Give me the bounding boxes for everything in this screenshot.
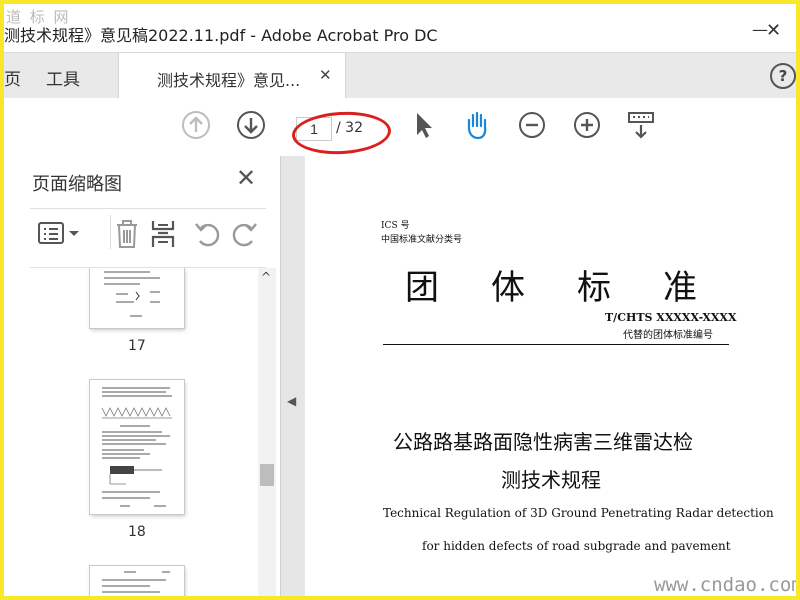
standard-number: T/CHTS XXXXX-XXXX [605,311,737,324]
scrollbar-thumb[interactable] [260,464,274,486]
page-number-input[interactable] [296,117,332,141]
window-close-button[interactable]: ✕ [766,20,781,41]
thumbnail-preview [104,271,160,317]
ics-number: ICS 号 [381,221,410,231]
zoom-out-icon[interactable] [515,108,549,142]
page-thumbnails-panel: 页面缩略图 ✕ 17 18 ^ [4,156,280,596]
replaces-standard: 代替的团体标准编号 [623,330,713,341]
main-toolbar: / 32 [4,98,796,157]
thumbnail-page-number: 18 [128,524,146,540]
page-thumbnail[interactable] [90,380,184,514]
keyboard-scroll-icon[interactable] [624,108,658,142]
standard-heading: 团体标准 [405,260,697,309]
thumbnail-options-icon[interactable] [36,219,82,249]
en-title-line1: Technical Regulation of 3D Ground Penetr… [383,506,774,520]
window-title: 测技术规程》意见稿2022.11.pdf - Adobe Acrobat Pro… [4,26,438,45]
select-arrow-icon[interactable] [406,108,440,142]
app-window: 道 标 网 测技术规程》意见稿2022.11.pdf - Adobe Acrob… [4,4,796,596]
tab-document-label: 测技术规程》意见... [157,71,301,90]
heading-rule [383,344,729,345]
delete-icon[interactable] [112,217,142,251]
thumbnail-preview [102,571,170,593]
thumbnail-scrollbar[interactable]: ^ [258,268,276,596]
classification-number: 中国标准文献分类号 [381,235,463,245]
document-view[interactable]: ICS 号 中国标准文献分类号 团 体 标 准 T/CHTS XXXXX-XXXX 代… [305,156,796,596]
extract-pages-icon[interactable] [148,217,178,251]
panel-toolbar-divider [110,215,111,249]
en-title-line2: for hidden defects of road subgrade and … [422,539,731,553]
scroll-up-icon[interactable]: ^ [261,270,271,284]
zoom-in-icon[interactable] [570,108,604,142]
thumbnail-page-number: 17 [128,338,146,354]
help-button[interactable]: ? [770,63,796,89]
heading-char: 准 [663,268,697,308]
tab-home[interactable]: 页 [4,65,21,90]
heading-char: 标 [577,268,611,308]
collapse-panel-icon[interactable]: ◀ [287,394,296,408]
tab-bar: 页 工具 测技术规程》意见... ✕ ? [4,52,796,99]
hand-icon[interactable] [460,108,494,142]
page-thumbnail[interactable] [90,268,184,328]
thumbnail-preview [101,387,172,507]
heading-char: 体 [491,268,525,308]
panel-title: 页面缩略图 [32,174,122,195]
arrow-down-circle-icon[interactable] [234,108,268,142]
thumbnail-list: 17 18 [30,268,256,596]
tab-close-icon[interactable]: ✕ [319,66,332,84]
watermark-bottom: www.cndao.com [654,574,796,596]
heading-char: 团 [405,268,439,308]
arrow-up-circle-icon[interactable] [179,108,213,142]
panel-close-icon[interactable]: ✕ [236,164,256,192]
page-thumbnail[interactable] [90,566,184,596]
title-bar: 道 标 网 测技术规程》意见稿2022.11.pdf - Adobe Acrob… [4,4,796,52]
pdf-page: ICS 号 中国标准文献分类号 团 体 标 准 T/CHTS XXXXX-XXXX 代… [305,156,796,596]
tab-document[interactable]: 测技术规程》意见... ✕ [118,53,346,99]
panel-splitter[interactable]: ◀ [280,156,306,596]
cn-title-line2: 测技术规程 [501,468,601,492]
rotate-ccw-icon[interactable] [192,219,222,249]
tab-tools[interactable]: 工具 [46,65,80,90]
cn-title-line1: 公路路基路面隐性病害三维雷达检 [393,430,693,454]
rotate-cw-icon[interactable] [230,219,260,249]
panel-toolbar [30,208,266,268]
page-total: / 32 [336,120,363,136]
